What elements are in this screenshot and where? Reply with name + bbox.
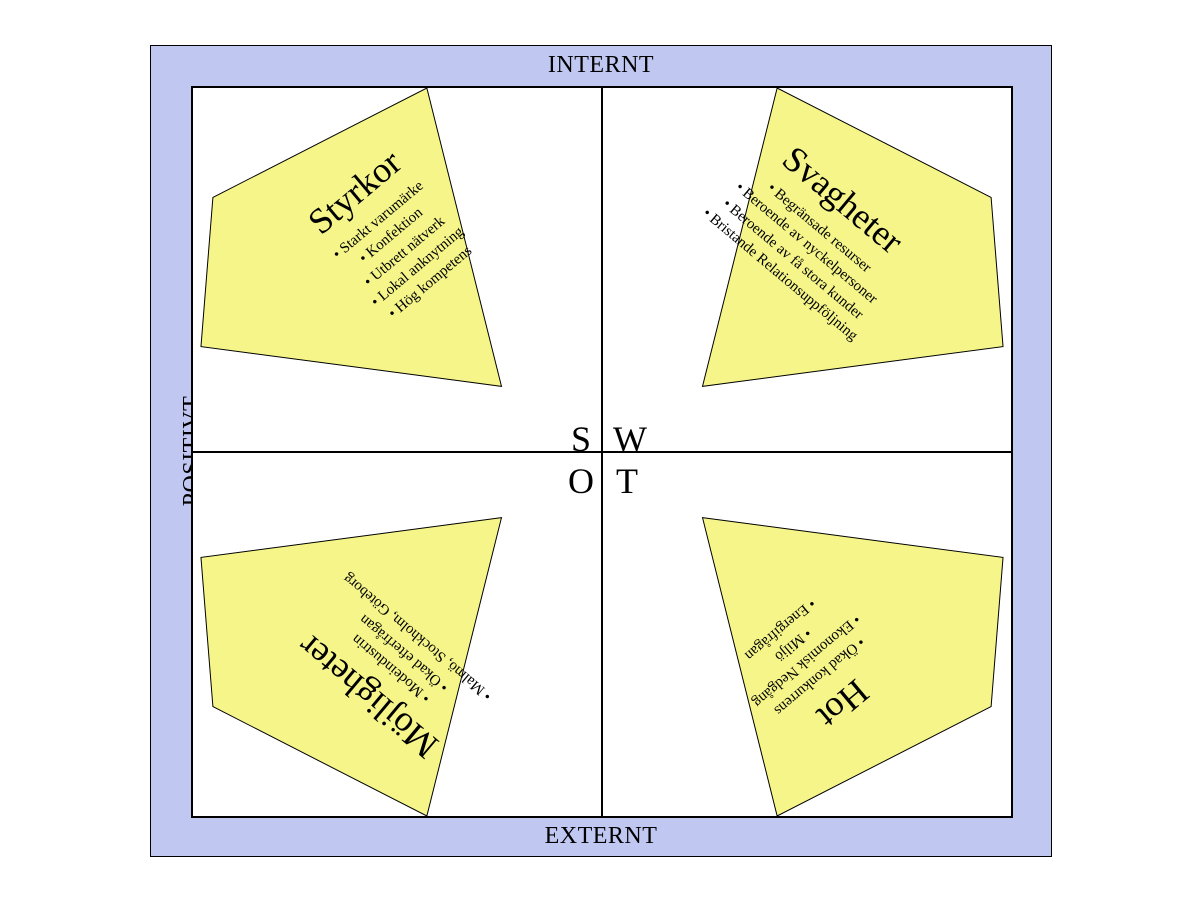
cell-weaknesses: Svagheter • Begränsade resurser • Beroen… [602,87,1012,452]
axis-bottom: EXTERNT [151,823,1051,850]
outer-frame: INTERNT EXTERNT POSITIVT NEGATIVT Styrko… [150,45,1052,857]
axis-top: INTERNT [151,52,1051,79]
cell-threats: Hot • Ökad konkurrens • Ekonomisk Nedgån… [602,452,1012,817]
swot-grid: Styrkor • Starkt varumärke • Konfektion … [191,86,1013,818]
swot-diagram: INTERNT EXTERNT POSITIVT NEGATIVT Styrko… [0,0,1200,900]
cell-opportunities: Möjligheter • Modeindustrin • Ökad efter… [192,452,602,817]
inner-frame: INTERNT EXTERNT POSITIVT NEGATIVT Styrko… [151,46,1051,856]
cell-strengths: Styrkor • Starkt varumärke • Konfektion … [192,87,602,452]
